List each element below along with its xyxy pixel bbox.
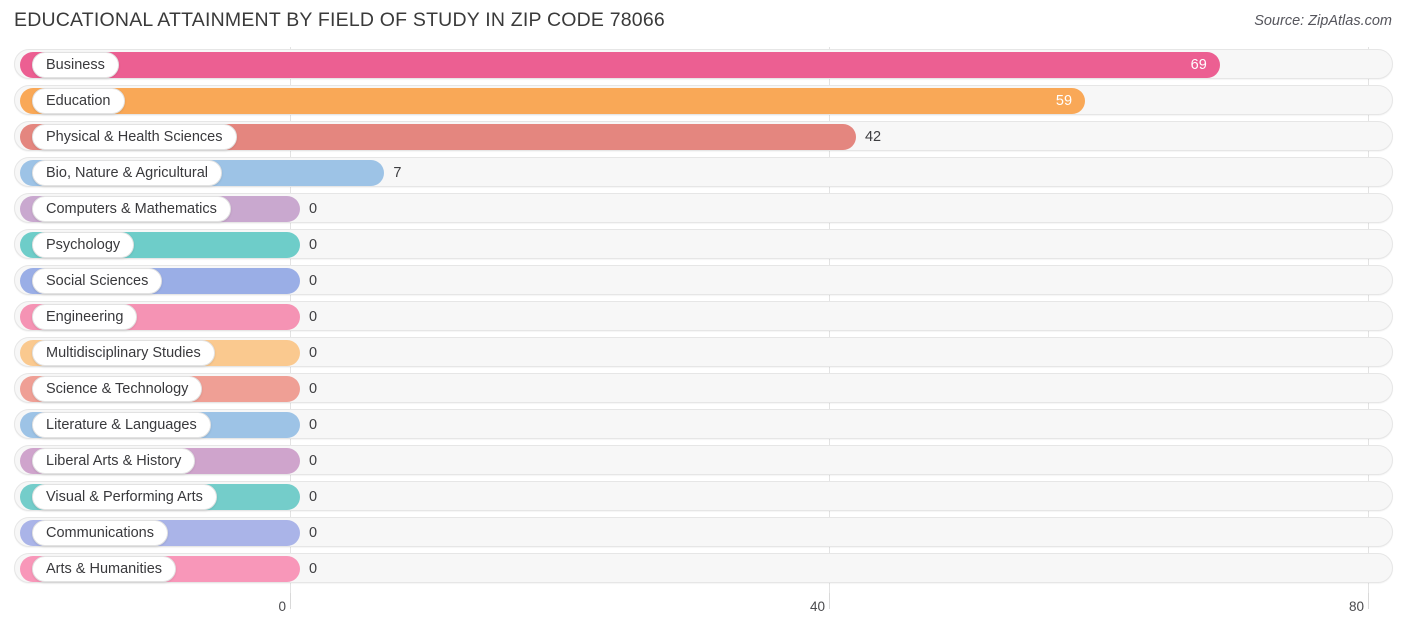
category-label-pill: Communications [32,520,168,546]
category-label: Bio, Nature & Agricultural [46,164,208,181]
bar-row: Arts & Humanities 0 [0,551,1406,587]
category-label: Education [46,92,111,109]
bar-value-label: 0 [309,452,318,469]
bar-row: Multidisciplinary Studies 0 [0,335,1406,371]
bar-value-label: 0 [309,524,318,541]
category-label-pill: Physical & Health Sciences [32,124,237,150]
bar-value-label: 0 [309,488,318,505]
x-axis-tick-80: 80 [1348,599,1364,614]
bar-row: Business 69 [0,47,1406,83]
bar-row: Bio, Nature & Agricultural 7 [0,155,1406,191]
category-label-pill: Business [32,52,119,78]
bar-value-label: 0 [309,560,318,577]
bar-value-label: 0 [309,416,318,433]
x-axis: 0 40 80 [0,593,1406,631]
chart-container: EDUCATIONAL ATTAINMENT BY FIELD OF STUDY… [0,0,1406,631]
category-label-pill: Psychology [32,232,135,258]
bar[interactable] [20,52,1220,78]
category-label: Multidisciplinary Studies [46,344,201,361]
category-label-pill: Bio, Nature & Agricultural [32,160,222,186]
bar-value-label: 0 [309,236,318,253]
category-label: Literature & Languages [46,416,197,433]
category-label: Visual & Performing Arts [46,488,203,505]
x-axis-tick-40: 40 [809,599,825,614]
category-label: Physical & Health Sciences [46,128,223,145]
bar-value-label: 0 [309,380,318,397]
category-label: Science & Technology [46,380,189,397]
category-label: Computers & Mathematics [46,200,217,217]
bar-row: Education 59 [0,83,1406,119]
category-label-pill: Science & Technology [32,376,203,402]
bar-row: Communications 0 [0,515,1406,551]
bar-value-label: 0 [309,344,318,361]
bar[interactable] [20,88,1086,114]
plot-area: Business 69 Education 59 Physical & Health S… [0,47,1406,593]
chart-header: EDUCATIONAL ATTAINMENT BY FIELD OF STUDY… [0,0,1406,42]
category-label-pill: Liberal Arts & History [32,448,196,474]
category-label: Engineering [46,308,124,325]
category-label-pill: Multidisciplinary Studies [32,340,215,366]
category-label: Social Sciences [46,272,149,289]
bar-row: Engineering 0 [0,299,1406,335]
category-label-pill: Social Sciences [32,268,163,294]
category-label-pill: Arts & Humanities [32,556,177,582]
bar-value-label: 0 [309,200,318,217]
category-label-pill: Engineering [32,304,138,330]
bar-row: Liberal Arts & History 0 [0,443,1406,479]
category-label-pill: Visual & Performing Arts [32,484,217,510]
bar-row: Literature & Languages 0 [0,407,1406,443]
bar-value-label: 7 [393,164,402,181]
bar-value-label: 0 [309,308,318,325]
bar-value-label: 42 [864,128,882,145]
tick-mark-0 [290,593,291,609]
bar-row: Social Sciences 0 [0,263,1406,299]
bar-value-label: 0 [309,272,318,289]
category-label-pill: Education [32,88,125,114]
bar-row: Visual & Performing Arts 0 [0,479,1406,515]
category-label-pill: Literature & Languages [32,412,211,438]
category-label: Psychology [46,236,121,253]
category-label: Communications [46,524,154,541]
bar-value-label: 69 [1190,56,1207,73]
bar-value-label: 59 [1055,92,1073,109]
bar-row: Psychology 0 [0,227,1406,263]
bar-row: Physical & Health Sciences 42 [0,119,1406,155]
source-attribution: Source: ZipAtlas.com [1254,13,1392,29]
tick-mark-40 [829,593,830,609]
category-label: Arts & Humanities [46,560,163,577]
category-label: Business [46,56,105,73]
category-label-pill: Computers & Mathematics [32,196,231,222]
tick-mark-80 [1368,593,1369,609]
x-axis-tick-0: 0 [278,599,286,614]
bar-row: Computers & Mathematics 0 [0,191,1406,227]
page-title: EDUCATIONAL ATTAINMENT BY FIELD OF STUDY… [14,9,665,31]
category-label: Liberal Arts & History [46,452,182,469]
bar-row: Science & Technology 0 [0,371,1406,407]
